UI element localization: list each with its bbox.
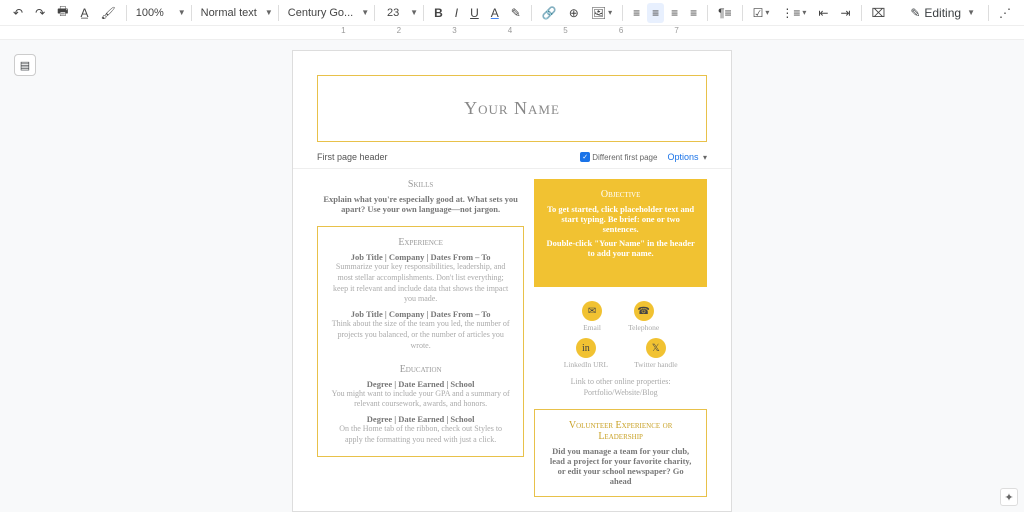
twitter-icon: 𝕏 xyxy=(646,338,666,358)
underline-button[interactable]: U xyxy=(465,3,484,23)
zoom-select[interactable]: 100% xyxy=(132,5,174,21)
decrease-indent-button[interactable]: ⇤ xyxy=(813,3,833,23)
insert-link-button[interactable]: 🔗 xyxy=(537,3,562,23)
email-icon: ✉ xyxy=(582,301,602,321)
horizontal-ruler[interactable]: 1234567 xyxy=(0,26,1024,40)
contact-block: ✉Email ☎Telephone inLinkedIn URL 𝕏Twitte… xyxy=(534,297,707,399)
experience-education-block: Experience Job Title | Company | Dates F… xyxy=(317,226,524,457)
clear-formatting-button[interactable]: ⌧ xyxy=(867,3,891,23)
bold-button[interactable]: B xyxy=(429,3,448,23)
header-options-dropdown[interactable]: Options ▾ xyxy=(667,152,707,162)
font-select[interactable]: Century Go... xyxy=(284,5,357,21)
redo-button[interactable]: ↷ xyxy=(30,3,50,23)
undo-button[interactable]: ↶ xyxy=(8,3,28,23)
header-label: First page header xyxy=(317,152,388,162)
objective-block: Objective To get started, click placehol… xyxy=(534,179,707,287)
align-left-button[interactable]: ≡ xyxy=(628,3,645,23)
linkedin-icon: in xyxy=(576,338,596,358)
diff-first-page-checkbox[interactable]: ✓ xyxy=(580,152,590,162)
print-button[interactable]: 🖶 xyxy=(52,0,73,26)
bulleted-list-button[interactable]: ⋮≡▾ xyxy=(776,3,811,23)
align-right-button[interactable]: ≡ xyxy=(666,3,683,23)
align-justify-button[interactable]: ≡ xyxy=(685,3,702,23)
mode-select[interactable]: ✎ Editing ▼ xyxy=(902,4,983,22)
telephone-icon: ☎ xyxy=(634,301,654,321)
header-name-box[interactable]: Your Name xyxy=(317,75,707,142)
document-workspace: ▤ Your Name First page header ✓ Differen… xyxy=(0,40,1024,512)
highlight-button[interactable]: ✎ xyxy=(506,3,526,23)
line-spacing-button[interactable]: ¶≡ xyxy=(713,3,736,23)
skills-section: Skills Explain what you're especially go… xyxy=(317,179,524,214)
document-body[interactable]: Skills Explain what you're especially go… xyxy=(293,169,731,512)
name-heading[interactable]: Your Name xyxy=(340,98,684,119)
diff-first-page-label: Different first page xyxy=(592,153,657,162)
page[interactable]: Your Name First page header ✓ Different … xyxy=(292,50,732,512)
paint-format-button[interactable]: 🖌 xyxy=(95,3,120,23)
style-select[interactable]: Normal text xyxy=(197,5,261,21)
mode-label: Editing xyxy=(924,6,961,20)
experience-section: Experience Job Title | Company | Dates F… xyxy=(330,237,511,352)
font-size-select[interactable]: 23 xyxy=(380,5,406,21)
overflow-button[interactable]: ⋰ xyxy=(994,3,1016,23)
explore-button[interactable]: ✦ xyxy=(1000,488,1018,506)
volunteer-block: Volunteer Experience or Leadership Did y… xyxy=(534,409,707,497)
add-comment-button[interactable]: ⊕ xyxy=(564,3,584,23)
outline-toggle[interactable]: ▤ xyxy=(14,54,36,76)
italic-button[interactable]: I xyxy=(450,3,463,23)
spellcheck-button[interactable]: A̲ xyxy=(75,3,93,23)
pencil-icon: ✎ xyxy=(910,6,920,20)
increase-indent-button[interactable]: ⇥ xyxy=(835,3,855,23)
main-toolbar: ↶ ↷ 🖶 A̲ 🖌 100%▼ Normal text▼ Century Go… xyxy=(0,0,1024,26)
insert-image-button[interactable]: 🖼▾ xyxy=(586,3,617,23)
text-color-button[interactable]: A xyxy=(486,3,504,23)
education-section: Education Degree | Date Earned | School … xyxy=(330,364,511,446)
header-toolbar: First page header ✓ Different first page… xyxy=(293,148,731,169)
checklist-button[interactable]: ☑▾ xyxy=(748,3,775,23)
align-center-button[interactable]: ≡ xyxy=(647,3,664,23)
